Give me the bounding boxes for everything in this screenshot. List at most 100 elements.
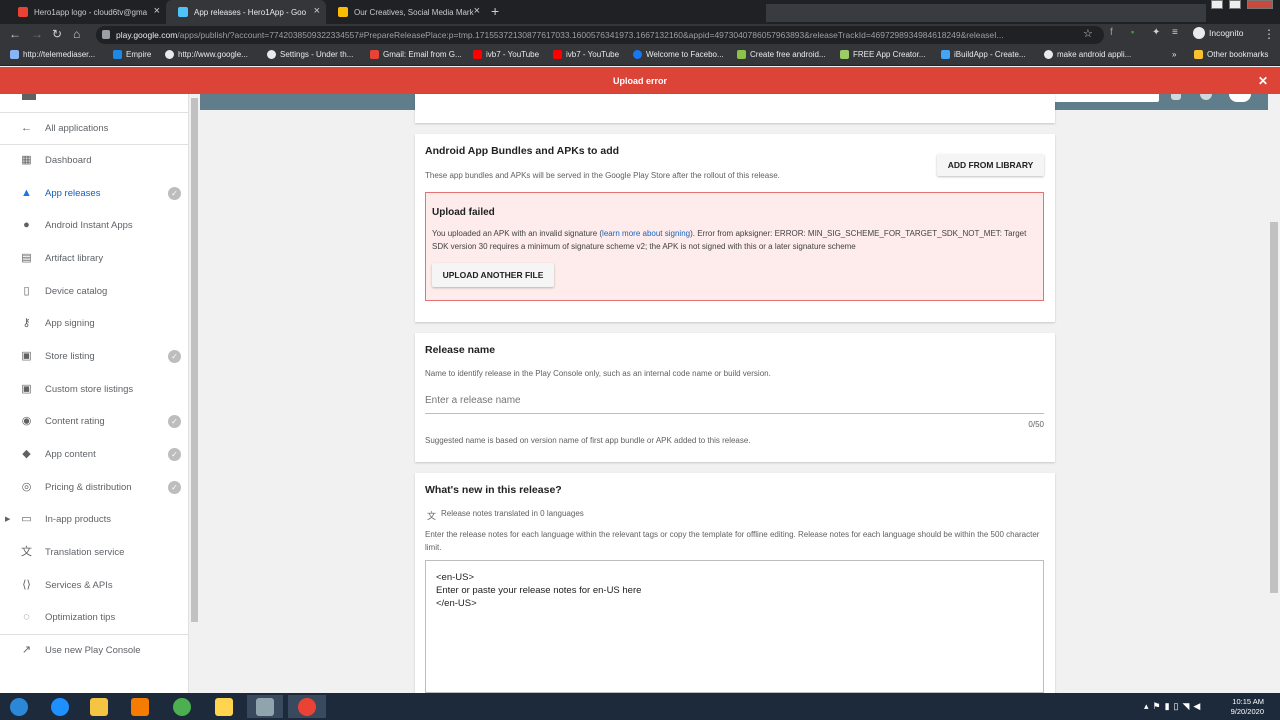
new-tab-plus-icon[interactable]: +	[491, 3, 499, 19]
url-host: play.google.com	[116, 30, 178, 40]
library-icon: ▤	[21, 251, 32, 264]
sidebar-item-app-releases[interactable]: ▲ App releases ✓	[0, 177, 189, 209]
reload-icon[interactable]: ↻	[52, 27, 62, 41]
system-clock[interactable]: 10:15 AM 9/20/2020	[1231, 697, 1264, 717]
learn-more-signing-link[interactable]: learn more about signing	[602, 229, 690, 238]
gmail-favicon-icon	[18, 7, 28, 17]
sidebar-item-label: App releases	[45, 187, 101, 199]
taskbar-app-media[interactable]	[122, 695, 158, 718]
sidebar-item-content-rating[interactable]: ◉ Content rating ✓	[0, 405, 189, 437]
bookmark-item[interactable]: http://www.google...	[165, 50, 248, 59]
check-circle-icon: ✓	[168, 186, 181, 200]
windows-taskbar: ▴⚑▮▯◥◀ 10:15 AM 9/20/2020	[0, 693, 1280, 720]
notifications-bell-icon[interactable]	[1171, 94, 1181, 100]
sidebar-item-label: Custom store listings	[45, 383, 134, 395]
release-name-input[interactable]: Enter a release name	[425, 395, 1044, 406]
release-name-subtitle: Name to identify release in the Play Con…	[425, 369, 771, 378]
forward-arrow-icon[interactable]: →	[31, 27, 43, 41]
close-tab-icon[interactable]: ×	[314, 5, 320, 17]
taskbar-app-chrome[interactable]	[164, 695, 200, 718]
sidebar-item-artifact-library[interactable]: ▤ Artifact library	[0, 242, 189, 274]
bookmark-item[interactable]: Create free android...	[737, 50, 826, 59]
sidebar-item-in-app-products[interactable]: ▶ ▭ In-app products	[0, 503, 189, 535]
sidebar-item-services-apis[interactable]: ⟨⟩ Services & APIs	[0, 569, 189, 601]
minimize-window-icon[interactable]	[1211, 0, 1223, 9]
start-button[interactable]	[0, 695, 38, 718]
more-bookmarks-chevron-icon[interactable]: »	[1172, 50, 1176, 59]
bookmark-item[interactable]: http://telemediaser...	[10, 50, 95, 59]
sidebar-item-app-content[interactable]: ◆ App content ✓	[0, 438, 189, 470]
bookmark-favicon-icon	[473, 50, 482, 59]
sidebar-item-custom-store-listings[interactable]: ▣ Custom store listings	[0, 373, 189, 405]
tab-title: Our Creatives, Social Media Mark	[354, 7, 474, 17]
release-name-counter: 0/50	[1028, 420, 1044, 429]
extension-green-icon[interactable]: ▪	[1131, 27, 1134, 37]
browser-tab-2[interactable]: App releases - Hero1App - Goo ×	[166, 0, 326, 24]
release-name-hint: Suggested name is based on version name …	[425, 436, 751, 445]
extension-f-icon[interactable]: f	[1110, 27, 1113, 38]
bookmark-label: ivb7 - YouTube	[566, 50, 620, 59]
sidebar-item-pricing-distribution[interactable]: ◎ Pricing & distribution ✓	[0, 471, 189, 503]
bookmark-favicon-icon	[553, 50, 562, 59]
bookmark-item[interactable]: Welcome to Facebo...	[633, 50, 724, 59]
sidebar-scrollbar-thumb[interactable]	[191, 98, 198, 622]
bookmark-item[interactable]: Settings - Under th...	[267, 50, 353, 59]
sidebar-item-dashboard[interactable]: ▦ Dashboard	[0, 144, 189, 176]
other-bookmarks-folder[interactable]: Other bookmarks	[1194, 50, 1268, 59]
bookmark-item[interactable]: make android appli...	[1044, 50, 1131, 59]
instant-bolt-icon: ●	[23, 218, 30, 231]
bookmark-item[interactable]: Empire	[113, 50, 151, 59]
home-icon[interactable]: ⌂	[73, 27, 80, 41]
bookmark-item[interactable]: ivb7 - YouTube	[553, 50, 619, 59]
folder-icon	[215, 697, 233, 716]
add-from-library-button[interactable]: ADD FROM LIBRARY	[937, 154, 1044, 176]
sidebar-item-label: App signing	[45, 317, 95, 329]
upload-another-file-button[interactable]: UPLOAD ANOTHER FILE	[432, 263, 554, 287]
taskbar-app-explorer[interactable]	[81, 695, 117, 718]
bookmark-item[interactable]: ivb7 - YouTube	[473, 50, 539, 59]
taskbar-app-folder[interactable]	[206, 695, 242, 718]
close-icon[interactable]: ✕	[1258, 74, 1268, 88]
taskbar-app-chrome-active[interactable]	[288, 695, 326, 718]
browser-tab-3[interactable]: Our Creatives, Social Media Mark ×	[326, 0, 486, 24]
play-console-logo-icon	[22, 94, 36, 100]
sidebar-item-use-new-play-console[interactable]: ↗ Use new Play Console	[0, 634, 189, 666]
maximize-window-icon[interactable]	[1229, 0, 1241, 9]
close-tab-icon[interactable]: ×	[154, 5, 160, 17]
system-tray-icons[interactable]: ▴⚑▮▯◥◀	[1144, 701, 1204, 712]
tab-title: App releases - Hero1App - Goo	[194, 7, 307, 17]
address-bar[interactable]: play.google.com /apps/publish/?account=7…	[96, 26, 1104, 44]
sidebar-item-label: Services & APIs	[45, 579, 113, 591]
sidebar-item-device-catalog[interactable]: ▯ Device catalog	[0, 275, 189, 307]
sidebar-item-store-listing[interactable]: ▣ Store listing ✓	[0, 340, 189, 372]
taskbar-app-window[interactable]	[247, 695, 283, 718]
sidebar-item-label: Store listing	[45, 350, 95, 362]
browser-tab-1[interactable]: Hero1app logo - cloud6tv@gma ×	[6, 0, 166, 24]
bookmark-item[interactable]: iBuildApp - Create...	[941, 50, 1026, 59]
blurred-tab-area	[766, 4, 1206, 22]
sidebar-item-optimization-tips[interactable]: ◌ Optimization tips	[0, 601, 189, 633]
bookmark-item[interactable]: FREE App Creator...	[840, 50, 925, 59]
bookmark-item[interactable]: Gmail: Email from G...	[370, 50, 462, 59]
back-arrow-icon[interactable]: ←	[9, 27, 21, 41]
taskbar-app-ie[interactable]	[42, 695, 78, 718]
browser-menu-icon[interactable]: ⋮	[1263, 27, 1275, 41]
sidebar-item-all-applications[interactable]: ← All applications	[0, 112, 189, 144]
app-window-icon	[256, 697, 274, 716]
incognito-indicator[interactable]: Incognito	[1193, 27, 1244, 39]
whats-new-title: What's new in this release?	[425, 484, 562, 496]
close-window-icon[interactable]	[1247, 0, 1273, 9]
sidebar-item-android-instant-apps[interactable]: ● Android Instant Apps	[0, 209, 189, 241]
close-tab-icon[interactable]: ×	[474, 5, 480, 17]
media-player-icon	[131, 697, 149, 716]
sidebar-item-app-signing[interactable]: ⚷ App signing	[0, 307, 189, 339]
page-scrollbar-thumb[interactable]	[1270, 222, 1278, 593]
sidebar-item-translation-service[interactable]: 文 Translation service	[0, 536, 189, 568]
reading-list-icon[interactable]: ≡	[1172, 27, 1178, 38]
bookmark-star-icon[interactable]: ☆	[1083, 27, 1093, 40]
release-name-card: Release name Name to identify release in…	[415, 333, 1055, 462]
extensions-puzzle-icon[interactable]: ✦	[1152, 27, 1160, 38]
expand-arrow-icon[interactable]: ▶	[5, 515, 10, 523]
upload-error-banner: Upload error ✕	[0, 67, 1280, 94]
release-notes-textarea[interactable]: <en-US> Enter or paste your release note…	[425, 560, 1044, 693]
